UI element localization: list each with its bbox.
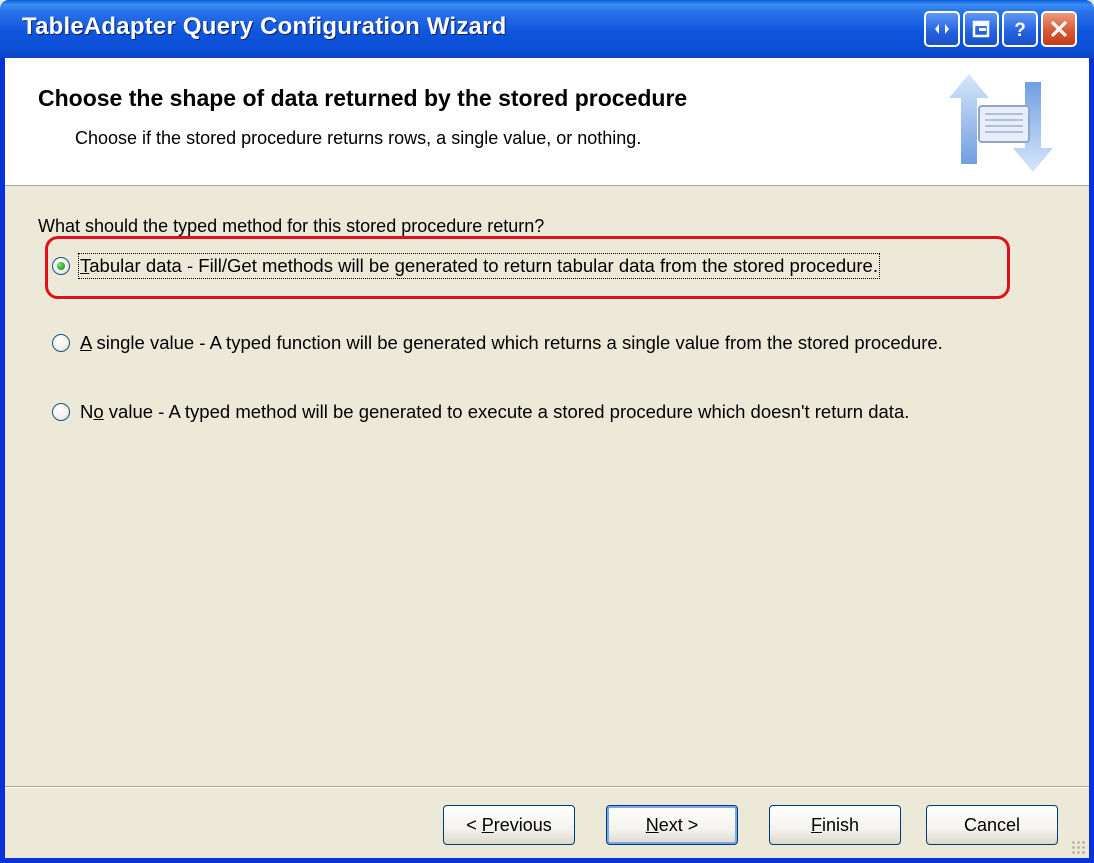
close-button[interactable]: [1041, 11, 1077, 47]
wizard-window: TableAdapter Query Configuration Wizard …: [0, 0, 1094, 863]
resize-grip[interactable]: [1071, 840, 1085, 854]
title-bar[interactable]: TableAdapter Query Configuration Wizard …: [0, 0, 1094, 58]
option-tabular-data[interactable]: Tabular data - Fill/Get methods will be …: [52, 253, 880, 279]
option-no-value[interactable]: No value - A typed method will be genera…: [52, 401, 909, 423]
help-icon: ?: [1010, 19, 1030, 39]
help-button[interactable]: ?: [1002, 11, 1038, 47]
dialog-client-area: Choose the shape of data returned by the…: [5, 58, 1089, 858]
restore-button[interactable]: [924, 11, 960, 47]
previous-button[interactable]: < Previous: [443, 805, 575, 845]
close-icon: [1049, 19, 1069, 39]
wizard-query-icon: [945, 72, 1063, 180]
radio-single-value[interactable]: [52, 334, 70, 352]
window-title: TableAdapter Query Configuration Wizard: [22, 13, 507, 40]
option-tabular-data-label[interactable]: Tabular data - Fill/Get methods will be …: [78, 253, 880, 279]
minimize-button[interactable]: [963, 11, 999, 47]
option-single-value-label[interactable]: A single value - A typed function will b…: [80, 332, 943, 354]
radio-tabular-data[interactable]: [52, 257, 70, 275]
option-single-value[interactable]: A single value - A typed function will b…: [52, 332, 943, 354]
radio-no-value[interactable]: [52, 403, 70, 421]
page-title: Choose the shape of data returned by the…: [38, 85, 688, 111]
minimize-icon: [971, 19, 991, 39]
next-button[interactable]: Next >: [606, 805, 738, 845]
footer-separator: [5, 786, 1089, 788]
finish-button[interactable]: Finish: [769, 805, 901, 845]
radio-selected-dot: [57, 262, 65, 270]
restore-icon: [932, 19, 952, 39]
cancel-button[interactable]: Cancel: [926, 805, 1058, 845]
svg-text:?: ?: [1014, 20, 1026, 39]
wizard-header: Choose the shape of data returned by the…: [5, 58, 1089, 186]
return-type-question: What should the typed method for this st…: [38, 216, 545, 236]
page-subtitle: Choose if the stored procedure returns r…: [75, 128, 642, 148]
option-no-value-label[interactable]: No value - A typed method will be genera…: [80, 401, 909, 423]
